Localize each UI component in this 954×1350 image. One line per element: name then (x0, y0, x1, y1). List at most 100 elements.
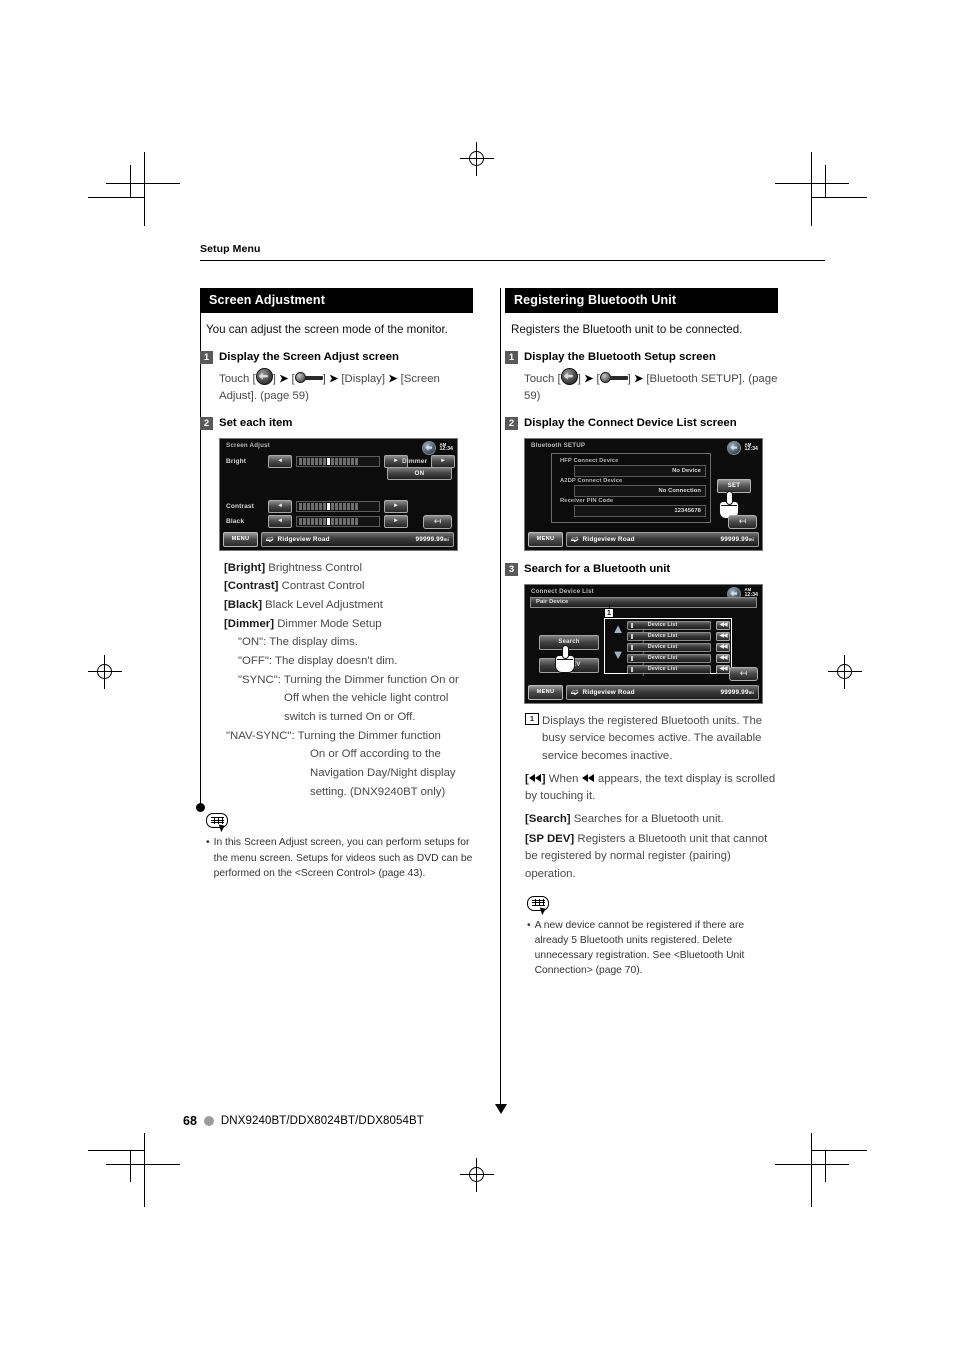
menu-button[interactable]: MENU (223, 531, 258, 547)
device-list-row[interactable]: ♪ Device List (627, 620, 711, 634)
step-2-title-right: Display the Connect Device List screen (524, 416, 737, 429)
device-list-region: ▲ ▼ ♪ Device List ◀◀ ♪ Device List ◀◀ (604, 617, 732, 678)
note-bubble-icon (206, 813, 232, 833)
black-decrease-button[interactable]: ◄ (268, 514, 292, 528)
setup-slider-icon (294, 371, 323, 383)
bright-label: Bright (226, 457, 247, 465)
footer-dot-icon (203, 1116, 214, 1126)
chevron-right-icon-1: ➤ (279, 372, 289, 385)
contrast-slider[interactable] (296, 500, 380, 512)
definition-term: [Bright] (224, 561, 266, 574)
clock-time: 12:34 (439, 446, 453, 453)
navigation-road-bar[interactable]: ➫ Ridgeview Road 99999.99mi (261, 531, 454, 547)
header-rule (200, 260, 825, 261)
running-head: Setup Menu (200, 243, 261, 255)
device-globe-icon (422, 440, 437, 455)
definition-term: [SP DEV] (525, 832, 575, 845)
device-title: Screen Adjust (226, 441, 270, 449)
back-button[interactable]: ↤ (423, 514, 452, 529)
crop-mark-bottom-right-v2 (825, 1150, 826, 1182)
contrast-decrease-button[interactable]: ◄ (268, 499, 292, 513)
turn-arrow-icon: ➫ (570, 686, 579, 697)
left-column: Screen Adjustment You can adjust the scr… (200, 288, 473, 881)
dimmer-label: Dimmer (402, 457, 428, 465)
crop-mark-bottom-right-v (811, 1133, 812, 1207)
device-title-bt: Bluetooth SETUP (531, 441, 586, 449)
rewind-icon: ◀◀ (719, 622, 727, 628)
scroll-text-button[interactable]: ◀◀ (716, 620, 730, 630)
model-list: DNX9240BT/DDX8024BT/DDX8054BT (220, 1115, 424, 1127)
scroll-down-button[interactable]: ▼ (609, 647, 627, 663)
step-3-number: 3 (505, 562, 518, 576)
rewind-icon: ◀◀ (719, 644, 727, 650)
definition-desc: Searches for a Bluetooth unit. (573, 812, 724, 825)
menu-button[interactable]: MENU (528, 531, 563, 547)
note-bubble-icon (527, 895, 553, 916)
callout-description-text: Displays the registered Bluetooth units.… (542, 714, 763, 762)
step-1-body-right: Touch [] ➤ [] ➤ [Bluetooth SETUP]. (page… (524, 367, 778, 405)
rewind-icon: ◀◀ (719, 666, 727, 672)
step-1-number: 1 (200, 350, 213, 364)
scroll-text-button[interactable]: ◀◀ (716, 631, 730, 641)
road-distance: 99999.99mi (415, 535, 449, 543)
receiver-pin-code-value[interactable]: 12345678 (574, 504, 706, 517)
hfp-connect-device-label: HFP Connect Device (560, 457, 619, 464)
rewind-description: [] When appears, the text display is scr… (525, 771, 778, 806)
device-list-row[interactable]: ♪ Device List (627, 653, 711, 667)
note-block-right: • A new device cannot be registered if t… (527, 895, 778, 979)
step-1-title-right: Display the Bluetooth Setup screen (524, 350, 716, 363)
setup-slider-icon (599, 371, 628, 383)
road-info: ➫ Ridgeview Road (571, 534, 635, 544)
dimmer-value[interactable]: ON (387, 466, 452, 480)
bright-slider[interactable] (296, 455, 380, 467)
back-button-bt[interactable]: ↤ (728, 514, 757, 529)
dimmer-option-off: "OFF": The display doesn't dim. (238, 655, 398, 668)
signal-icon (631, 622, 633, 628)
search-button[interactable]: Search (539, 634, 599, 650)
contrast-increase-button[interactable]: ► (384, 499, 408, 513)
column-divider-arrow (495, 1104, 507, 1114)
rewind-icon: ◀◀ (719, 633, 727, 639)
menu-button[interactable]: MENU (528, 684, 563, 700)
navigation-road-bar[interactable]: ➫ Ridgeview Road 99999.99mi (566, 531, 759, 547)
sp-dev-button[interactable]: SP DEV (539, 657, 599, 673)
definition-term: [Contrast] (224, 580, 279, 593)
crop-mark-bottom-left-v (144, 1133, 145, 1207)
bluetooth-definitions: 1 Displays the registered Bluetooth unit… (525, 712, 778, 884)
a2dp-connect-device-value[interactable]: No Connection (574, 484, 706, 497)
contrast-row: Contrast ◄ ► (226, 499, 408, 513)
device-list-label: Device List (647, 644, 678, 650)
scroll-text-button[interactable]: ◀◀ (716, 653, 730, 663)
device-list-row[interactable]: ♪ Device List (627, 642, 711, 656)
right-column: Registering Bluetooth Unit Registers the… (505, 288, 778, 978)
back-button-cdl[interactable]: ↤ (729, 666, 758, 681)
pair-device-tab[interactable]: Pair Device (530, 596, 757, 608)
black-increase-button[interactable]: ► (384, 514, 408, 528)
scroll-text-button[interactable]: ◀◀ (716, 664, 730, 674)
bright-decrease-button[interactable]: ◄ (268, 454, 292, 468)
back-arrow-icon: ↤ (433, 516, 442, 527)
black-slider[interactable] (296, 515, 380, 527)
definition-search: [Search] Searches for a Bluetooth unit. (525, 811, 778, 829)
crop-mark-bottom-right-h (775, 1164, 849, 1165)
road-name: Ridgeview Road (582, 688, 635, 696)
definition-spdev: [SP DEV] Registers a Bluetooth unit that… (525, 831, 778, 884)
step-1-body: Touch [] ➤ [] ➤ [Display] ➤ [Screen Adju… (219, 367, 473, 405)
scroll-up-button[interactable]: ▲ (609, 621, 627, 637)
step-1-title: Display the Screen Adjust screen (219, 350, 399, 363)
dimmer-option-sync-line3: switch is turned On or Off. (284, 711, 416, 724)
road-distance: 99999.99mi (720, 688, 754, 696)
globe-icon (255, 367, 273, 385)
section-banner-screen-adjustment: Screen Adjustment (200, 288, 473, 313)
set-button[interactable]: SET (717, 478, 751, 493)
scroll-text-button[interactable]: ◀◀ (716, 642, 730, 652)
device-status-bar: AM 12:34 (422, 440, 453, 455)
navigation-road-bar[interactable]: ➫ Ridgeview Road 99999.99mi (566, 684, 759, 700)
screen-adjust-definitions: [Bright] Brightness Control [Contrast] C… (224, 560, 473, 802)
bright-row: Bright ◄ ► (226, 454, 408, 468)
device-list-row[interactable]: ♪ Device List (627, 664, 711, 678)
device-list-row[interactable]: ♪ Device List (627, 631, 711, 645)
dimmer-next-button[interactable]: ► (431, 454, 456, 468)
hfp-connect-device-value[interactable]: No Device (574, 464, 706, 477)
bluetooth-settings-panel: HFP Connect Device No Device A2DP Connec… (551, 452, 711, 523)
